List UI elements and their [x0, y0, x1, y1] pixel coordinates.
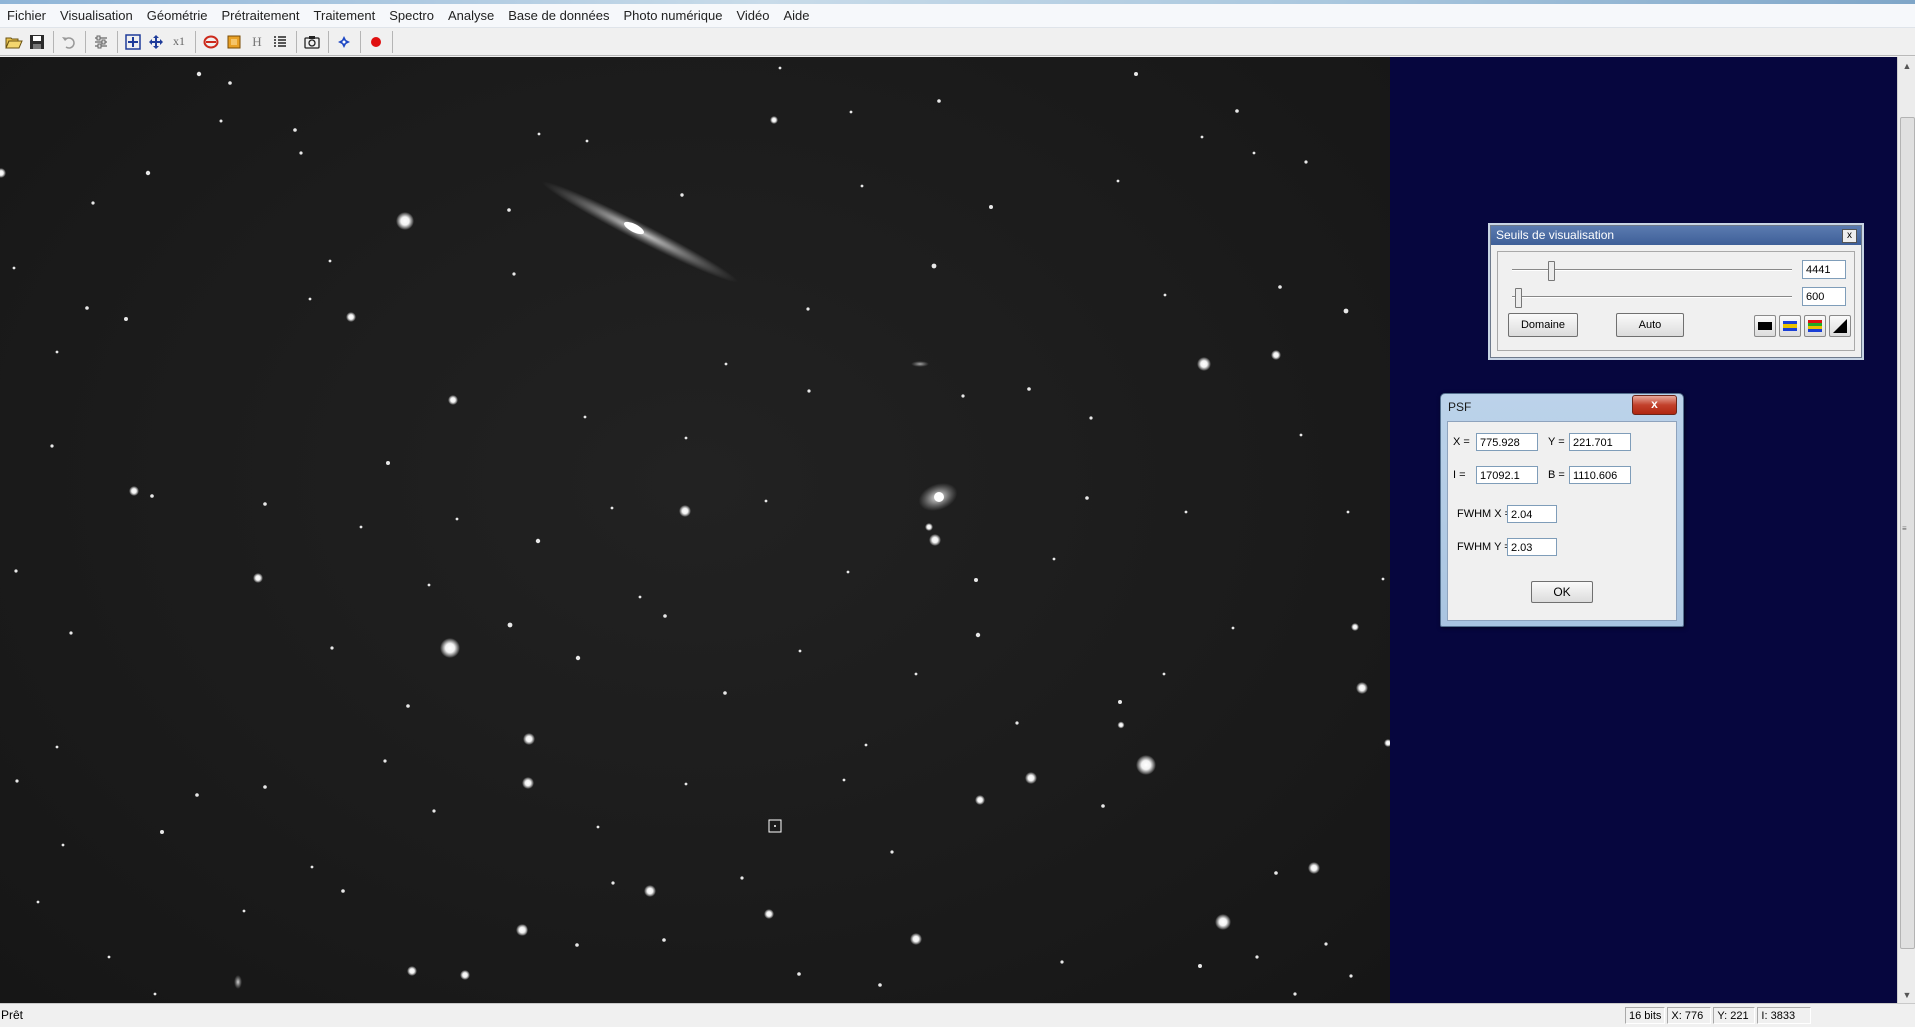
seuils-dialog: Seuils de visualisation x 4441 600 Domai… — [1490, 225, 1862, 358]
toolbar-separator — [85, 30, 86, 53]
menu-visualisation[interactable]: Visualisation — [53, 4, 140, 27]
toolbar: x1 H — [0, 28, 1915, 56]
status-y: Y: 221 — [1713, 1007, 1756, 1024]
seuils-title: Seuils de visualisation — [1496, 228, 1615, 242]
rainbow-palette-icon[interactable] — [1804, 315, 1826, 337]
status-panes: 16 bits X: 776 Y: 221 I: 3833 — [1625, 1007, 1813, 1024]
low-threshold-track[interactable] — [1512, 296, 1792, 298]
fwhm-x-field[interactable]: 2.04 — [1507, 505, 1557, 523]
domaine-button[interactable]: Domaine — [1508, 313, 1578, 337]
status-ready: Prêt — [1, 1008, 24, 1022]
toolbar-separator — [360, 30, 361, 53]
list-icon[interactable] — [269, 31, 291, 53]
close-icon: x — [1651, 397, 1658, 411]
zoom-x1-icon[interactable]: x1 — [168, 31, 190, 53]
toolbar-separator — [195, 30, 196, 53]
scroll-grip-icon: ≡ — [1902, 524, 1907, 533]
menu-bar: Fichier Visualisation Géométrie Prétrait… — [0, 4, 1915, 28]
x-field[interactable]: 775.928 — [1476, 433, 1538, 451]
toolbar-separator — [328, 30, 329, 53]
y-label: Y = — [1548, 436, 1565, 448]
i-field[interactable]: 17092.1 — [1476, 466, 1538, 484]
fwhm-y-field[interactable]: 2.03 — [1507, 538, 1557, 556]
scroll-up-icon[interactable]: ▲ — [1898, 57, 1915, 74]
b-field[interactable]: 1110.606 — [1569, 466, 1631, 484]
seuils-close-button[interactable]: x — [1842, 229, 1857, 243]
move-icon[interactable] — [145, 31, 167, 53]
blue-palette-icon[interactable] — [1779, 315, 1801, 337]
high-threshold-slider[interactable] — [1548, 261, 1556, 281]
psf-close-button[interactable]: x — [1632, 395, 1677, 415]
vertical-scrollbar[interactable]: ▲ ≡ ▼ — [1897, 57, 1915, 1003]
status-bits: 16 bits — [1625, 1007, 1666, 1024]
psf-title: PSF — [1448, 400, 1472, 414]
status-x: X: 776 — [1667, 1007, 1712, 1024]
seuils-titlebar[interactable]: Seuils de visualisation x — [1491, 226, 1861, 245]
fwhm-x-label: FWHM X = — [1457, 508, 1512, 520]
menu-aide[interactable]: Aide — [776, 4, 816, 27]
status-bar: Prêt 16 bits X: 776 Y: 221 I: 3833 — [0, 1003, 1915, 1027]
crosshair-icon[interactable] — [333, 31, 355, 53]
open-icon[interactable] — [3, 31, 25, 53]
menu-photo-numerique[interactable]: Photo numérique — [616, 4, 729, 27]
faint-stars — [12, 66, 1385, 996]
low-threshold-field[interactable]: 600 — [1802, 287, 1846, 306]
histogram-icon[interactable]: H — [246, 31, 268, 53]
menu-geometrie[interactable]: Géométrie — [140, 4, 215, 27]
psf-panel: X = 775.928 Y = 221.701 I = 17092.1 B = … — [1447, 421, 1677, 621]
scroll-down-icon[interactable]: ▼ — [1898, 986, 1915, 1003]
zoom-x1-label: x1 — [173, 34, 185, 48]
settings-icon[interactable] — [90, 31, 112, 53]
menu-spectro[interactable]: Spectro — [382, 4, 441, 27]
menu-video[interactable]: Vidéo — [729, 4, 776, 27]
black-palette-icon[interactable] — [1754, 315, 1776, 337]
record-icon[interactable] — [365, 31, 387, 53]
flip-icon[interactable] — [200, 31, 222, 53]
menu-fichier[interactable]: Fichier — [0, 4, 53, 27]
save-icon[interactable] — [26, 31, 48, 53]
toolbar-separator — [117, 30, 118, 53]
star-field — [0, 66, 1392, 996]
toolbar-separator — [392, 30, 393, 53]
status-intensity: I: 3833 — [1757, 1007, 1812, 1024]
menu-base-de-donnees[interactable]: Base de données — [501, 4, 616, 27]
seuils-panel: 4441 600 Domaine Auto — [1497, 251, 1855, 351]
astro-image[interactable] — [0, 57, 1392, 1003]
high-threshold-field[interactable]: 4441 — [1802, 260, 1846, 279]
ok-button[interactable]: OK — [1531, 581, 1593, 603]
undo-icon[interactable] — [58, 31, 80, 53]
x-label: X = — [1453, 436, 1470, 448]
gradient-palette-icon[interactable] — [1829, 315, 1851, 337]
camera-icon[interactable] — [301, 31, 323, 53]
menu-traitement[interactable]: Traitement — [307, 4, 383, 27]
histogram-label: H — [252, 33, 262, 49]
toolbar-separator — [53, 30, 54, 53]
b-label: B = — [1548, 469, 1565, 481]
y-field[interactable]: 221.701 — [1569, 433, 1631, 451]
menu-pretraitement[interactable]: Prétraitement — [214, 4, 306, 27]
zoom-fit-icon[interactable] — [122, 31, 144, 53]
auto-button[interactable]: Auto — [1616, 313, 1684, 337]
menu-analyse[interactable]: Analyse — [441, 4, 501, 27]
fwhm-y-label: FWHM Y = — [1457, 541, 1511, 553]
psf-dialog: PSF x X = 775.928 Y = 221.701 I = 17092.… — [1440, 393, 1684, 627]
low-threshold-slider[interactable] — [1514, 288, 1522, 308]
toolbar-separator — [296, 30, 297, 53]
palette-icon[interactable] — [223, 31, 245, 53]
i-label: I = — [1453, 469, 1466, 481]
